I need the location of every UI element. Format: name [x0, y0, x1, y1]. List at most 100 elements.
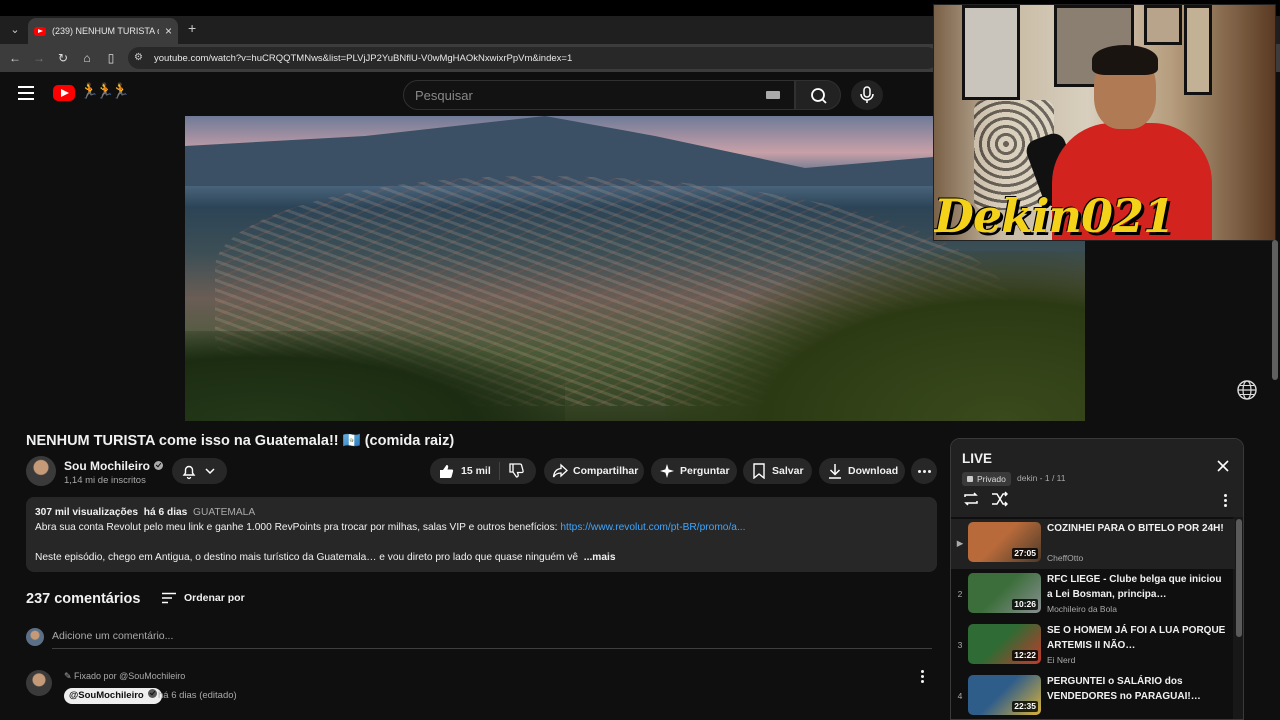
- comment-timestamp[interactable]: há 6 dias (editado): [158, 690, 237, 701]
- show-more-link[interactable]: ...mais: [584, 552, 616, 563]
- playlist-owner-position: dekin - 1 / 11: [1017, 473, 1066, 483]
- share-icon: [552, 463, 568, 478]
- youtube-header: 🏃🏃🏃 Pesquisar: [0, 72, 935, 116]
- split-view-icon[interactable]: ▯: [102, 49, 120, 67]
- back-icon[interactable]: ←: [6, 49, 24, 67]
- playlist-item-thumbnail[interactable]: 27:05: [968, 522, 1041, 562]
- add-comment-input[interactable]: Adicione um comentário...: [52, 630, 932, 649]
- description-episode-text: Neste episódio, chego em Antigua, o dest…: [35, 552, 579, 563]
- ask-label: Perguntar: [680, 465, 730, 477]
- description-line-1: Abra sua conta Revolut pelo meu link e g…: [35, 520, 928, 535]
- description-promo-text: Abra sua conta Revolut pelo meu link e g…: [35, 522, 561, 533]
- user-avatar: [26, 628, 44, 646]
- loop-icon[interactable]: [962, 491, 980, 507]
- description-box[interactable]: 307 mil visualizações há 6 dias GUATEMAL…: [26, 497, 937, 572]
- streamer-webcam-overlay: Dekin021: [933, 4, 1276, 241]
- privacy-badge: Privado: [962, 472, 1011, 486]
- forward-icon[interactable]: →: [30, 49, 48, 67]
- view-count: 307 mil visualizações: [35, 507, 139, 518]
- subscription-bell-button[interactable]: [172, 458, 227, 484]
- ask-button[interactable]: Perguntar: [651, 458, 737, 484]
- sort-comments-button[interactable]: Ordenar por: [162, 592, 245, 604]
- playlist-item[interactable]: 2 10:26 RFC LIEGE - Clube belga que inicio…: [951, 570, 1235, 620]
- thumbs-up-icon: [440, 465, 454, 478]
- share-button[interactable]: Compartilhar: [544, 458, 644, 484]
- playlist-item-channel: Ei Nerd: [1047, 655, 1076, 665]
- tab-title: (239) NENHUM TURISTA come: [52, 26, 159, 36]
- address-bar[interactable]: ⚙ youtube.com/watch?v=huCRQQTMNws&list=P…: [128, 47, 938, 69]
- search-icon: [811, 88, 827, 104]
- playlist-panel: LIVE Privado dekin - 1 / 11 ▶ 27:05 COZINH…: [950, 438, 1244, 720]
- dislike-button[interactable]: [500, 463, 524, 479]
- comment-more-icon[interactable]: [914, 668, 930, 684]
- channel-name[interactable]: Sou Mochileiro: [64, 459, 164, 473]
- chevron-down-icon: [205, 468, 215, 475]
- voice-search-button[interactable]: [851, 80, 883, 110]
- revolut-link[interactable]: https://www.revolut.com/pt-BR/promo/a...: [560, 522, 745, 533]
- playlist-item-duration: 10:26: [1012, 599, 1038, 610]
- hamburger-menu-icon[interactable]: [18, 86, 34, 100]
- thumbs-down-icon: [509, 463, 524, 478]
- like-button[interactable]: 15 mil: [430, 462, 500, 480]
- search-button[interactable]: [795, 80, 841, 110]
- verified-badge-icon: [147, 689, 157, 698]
- comments-count: 237 comentários: [26, 591, 141, 607]
- search-placeholder: Pesquisar: [415, 87, 473, 103]
- framed-poster: [962, 5, 1020, 100]
- playlist-title[interactable]: LIVE: [962, 451, 992, 466]
- green-hill: [665, 251, 1085, 421]
- playlist-item-index: 4: [957, 691, 963, 701]
- youtube-logo[interactable]: [53, 85, 75, 101]
- page-scrollbar[interactable]: [1271, 116, 1279, 720]
- comment-author-badge[interactable]: @SouMochileiro: [64, 688, 162, 704]
- youtube-favicon-icon: [34, 26, 46, 36]
- tab-search-dropdown-icon[interactable]: ⌄: [6, 20, 24, 38]
- playlist-item[interactable]: 4 22:35 PERGUNTEI o SALÁRIO dos VENDEDORES…: [951, 672, 1235, 719]
- playlist-item-channel: Mochileiro da Bola: [1047, 604, 1117, 614]
- bell-icon: [182, 465, 196, 480]
- playlist-item[interactable]: 3 12:22 SE O HOMEM JÁ FOI A LUA PORQUE ART…: [951, 621, 1235, 671]
- playlist-item-index: 3: [957, 640, 963, 650]
- sort-label: Ordenar por: [184, 592, 245, 604]
- hashtag[interactable]: GUATEMALA: [193, 507, 255, 518]
- playlist-item-channel: CheffOtto: [1047, 553, 1084, 563]
- playlist-more-icon[interactable]: [1217, 492, 1233, 508]
- sort-icon: [162, 592, 176, 604]
- description-line-2: Neste episódio, chego em Antigua, o dest…: [35, 550, 928, 565]
- more-horizontal-icon: [916, 463, 932, 479]
- reload-icon[interactable]: ↻: [54, 49, 72, 67]
- channel-avatar[interactable]: [26, 456, 56, 486]
- globe-icon[interactable]: [1235, 378, 1259, 402]
- close-icon[interactable]: [1217, 460, 1229, 472]
- browser-tab[interactable]: (239) NENHUM TURISTA come ×: [28, 18, 178, 44]
- keyboard-icon[interactable]: [766, 91, 780, 99]
- framed-poster: [1144, 5, 1182, 45]
- playlist-item-thumbnail[interactable]: 22:35: [968, 675, 1041, 715]
- pinned-text: Fixado por @SouMochileiro: [74, 671, 186, 681]
- tab-close-icon[interactable]: ×: [165, 24, 172, 38]
- home-icon[interactable]: ⌂: [78, 49, 96, 67]
- playlist-scrollbar-thumb[interactable]: [1236, 519, 1242, 637]
- playlist-item-thumbnail[interactable]: 10:26: [968, 573, 1041, 613]
- youtube-doodle-icon[interactable]: 🏃🏃🏃: [80, 82, 130, 100]
- framed-poster: [1184, 5, 1212, 95]
- comment-author-avatar[interactable]: [26, 670, 52, 696]
- playlist-item[interactable]: ▶ 27:05 COZINHEI PARA O BITELO POR 24H! Che…: [951, 519, 1235, 569]
- save-button[interactable]: Salvar: [743, 458, 812, 484]
- playlist-item-index: ▶: [956, 538, 964, 548]
- playlist-item-duration: 27:05: [1012, 548, 1038, 559]
- site-info-icon[interactable]: ⚙: [134, 53, 146, 63]
- streamer-name-logo: Dekin021: [934, 189, 1175, 241]
- playlist-item-duration: 12:22: [1012, 650, 1038, 661]
- url-text: youtube.com/watch?v=huCRQQTMNws&list=PLV…: [154, 52, 573, 64]
- playlist-item-thumbnail[interactable]: 12:22: [968, 624, 1041, 664]
- download-button[interactable]: Download: [819, 458, 905, 484]
- subscriber-count: 1,14 mi de inscritos: [64, 475, 146, 486]
- shuffle-icon[interactable]: [991, 491, 1009, 507]
- search-input[interactable]: Pesquisar: [403, 80, 795, 110]
- pinned-label: ✎ Fixado por @SouMochileiro: [64, 671, 185, 682]
- comment-author-name: @SouMochileiro: [69, 690, 144, 701]
- new-tab-icon[interactable]: +: [188, 20, 196, 36]
- more-actions-button[interactable]: [911, 458, 937, 484]
- page-scrollbar-thumb[interactable]: [1272, 240, 1278, 380]
